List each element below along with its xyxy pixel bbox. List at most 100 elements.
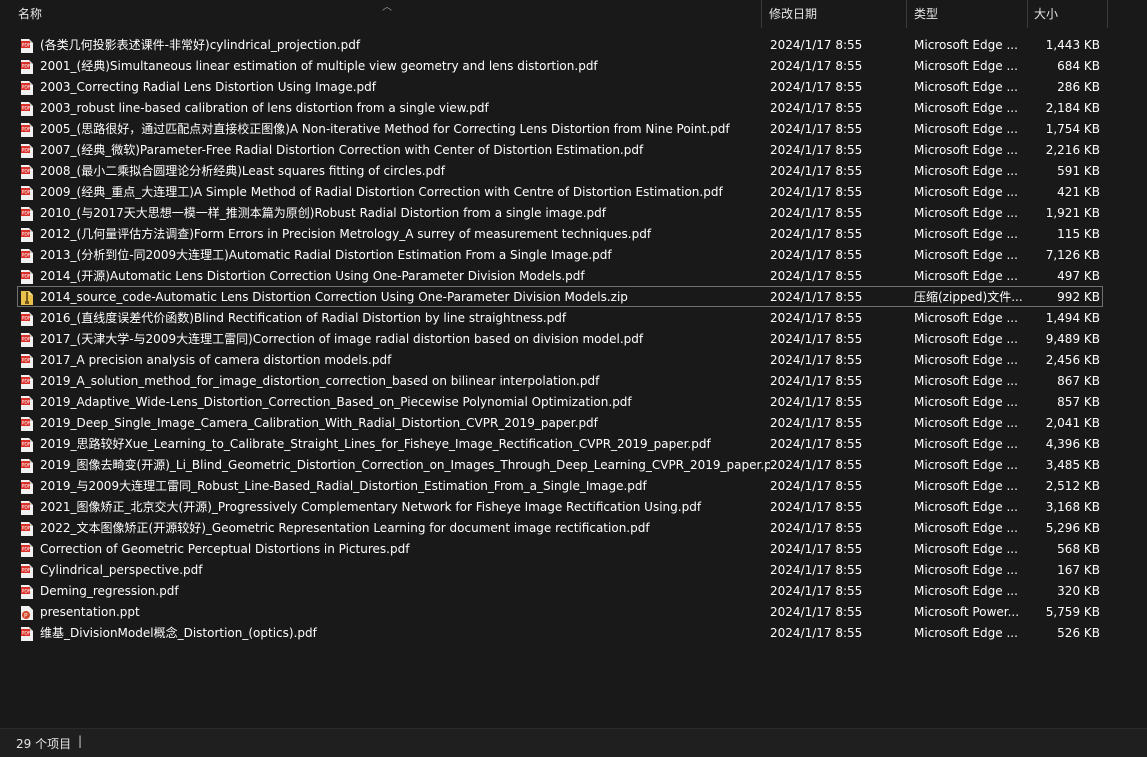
file-name: 2021_图像矫正_北京交大(开源)_Progressively Complem…: [40, 500, 702, 514]
file-date: 2024/1/17 8:55: [770, 206, 863, 220]
file-row[interactable]: PDF 2013_(分析到位-同2009大连理工)Automatic Radial…: [17, 244, 1103, 265]
file-row[interactable]: PDF 维基_DivisionModel概念_Distortion_(optics…: [17, 622, 1103, 643]
file-size: 3,485 KB: [1045, 458, 1100, 472]
pdf-icon: PDF: [20, 38, 34, 54]
file-row[interactable]: PDF 2021_图像矫正_北京交大(开源)_Progressively Comp…: [17, 496, 1103, 517]
ppt-icon: P: [20, 605, 34, 621]
column-header-date[interactable]: 修改日期: [763, 0, 907, 28]
file-row[interactable]: PDF 2019_Deep_Single_Image_Camera_Calibra…: [17, 412, 1103, 433]
file-type: Microsoft Edge ...: [914, 353, 1018, 367]
file-row[interactable]: PDF 2012_(几何量评估方法调查)Form Errors in Precis…: [17, 223, 1103, 244]
file-date: 2024/1/17 8:55: [770, 458, 863, 472]
file-name: 2019_图像去畸变(开源)_Li_Blind_Geometric_Distor…: [40, 458, 770, 472]
file-size: 167 KB: [1057, 563, 1100, 577]
svg-text:PDF: PDF: [22, 274, 31, 280]
file-type: Microsoft Edge ...: [914, 311, 1018, 325]
file-row[interactable]: PDF 2008_(最小二乘拟合圆理论分析经典)Least squares fit…: [17, 160, 1103, 181]
file-row[interactable]: PDF 2022_文本图像矫正(开源较好)_Geometric Represent…: [17, 517, 1103, 538]
file-size: 5,759 KB: [1045, 605, 1100, 619]
file-row[interactable]: PDF 2019_Adaptive_Wide-Lens_Distortion_Co…: [17, 391, 1103, 412]
file-row[interactable]: PDF 2005_(思路很好，通过匹配点对直接校正图像)A Non-iterati…: [17, 118, 1103, 139]
file-row[interactable]: PDF 2007_(经典_微软)Parameter-Free Radial Dis…: [17, 139, 1103, 160]
file-row[interactable]: PDF Deming_regression.pdf 2024/1/17 8:55 Mi…: [17, 580, 1103, 601]
file-size: 857 KB: [1057, 395, 1100, 409]
column-header-size[interactable]: 大小: [1028, 0, 1108, 28]
file-row[interactable]: 2014_source_code-Automatic Lens Distorti…: [17, 286, 1103, 307]
pdf-icon: PDF: [20, 227, 34, 243]
file-date: 2024/1/17 8:55: [770, 395, 863, 409]
file-row[interactable]: PDF 2014_(开源)Automatic Lens Distortion Co…: [17, 265, 1103, 286]
file-row[interactable]: PDF 2019_思路较好Xue_Learning_to_Calibrate_St…: [17, 433, 1103, 454]
file-row[interactable]: PDF 2003_robust line-based calibration of…: [17, 97, 1103, 118]
file-size: 2,216 KB: [1045, 143, 1100, 157]
file-row[interactable]: PDF 2016_(直线度误差代价函数)Blind Rectification o…: [17, 307, 1103, 328]
file-row[interactable]: PDF 2019_与2009大连理工雷同_Robust_Line-Based_Ra…: [17, 475, 1103, 496]
file-size: 526 KB: [1057, 626, 1100, 640]
svg-text:PDF: PDF: [22, 505, 31, 511]
file-type: Microsoft Edge ...: [914, 374, 1018, 388]
svg-text:PDF: PDF: [22, 442, 31, 448]
file-row[interactable]: PDF 2009_(经典_重点_大连理工)A Simple Method of R…: [17, 181, 1103, 202]
file-row[interactable]: PDF 2019_A_solution_method_for_image_dist…: [17, 370, 1103, 391]
file-row[interactable]: PDF 2003_Correcting Radial Lens Distortio…: [17, 76, 1103, 97]
file-row[interactable]: PDF 2001_(经典)Simultaneous linear estimati…: [17, 55, 1103, 76]
file-name: 2017_A precision analysis of camera dist…: [40, 353, 392, 367]
file-date: 2024/1/17 8:55: [770, 479, 863, 493]
file-size: 2,184 KB: [1045, 101, 1100, 115]
pdf-icon: PDF: [20, 437, 34, 453]
file-name: 2001_(经典)Simultaneous linear estimation …: [40, 59, 598, 73]
file-row[interactable]: PDF Cylindrical_perspective.pdf 2024/1/17 …: [17, 559, 1103, 580]
svg-text:P: P: [24, 613, 28, 620]
svg-text:PDF: PDF: [22, 547, 31, 553]
pdf-icon: PDF: [20, 416, 34, 432]
file-date: 2024/1/17 8:55: [770, 143, 863, 157]
file-name: Deming_regression.pdf: [40, 584, 179, 598]
file-size: 115 KB: [1057, 227, 1100, 241]
file-name: 2010_(与2017天大思想一模一样_推测本篇为原创)Robust Radia…: [40, 206, 606, 220]
file-date: 2024/1/17 8:55: [770, 311, 863, 325]
pdf-icon: PDF: [20, 542, 34, 558]
svg-text:PDF: PDF: [22, 568, 31, 574]
pdf-icon: PDF: [20, 311, 34, 327]
file-date: 2024/1/17 8:55: [770, 416, 863, 430]
file-name: 2014_source_code-Automatic Lens Distorti…: [40, 290, 628, 304]
svg-text:PDF: PDF: [22, 190, 31, 196]
file-row[interactable]: PDF 2017_(天津大学-与2009大连理工雷同)Correction of …: [17, 328, 1103, 349]
file-name: 2005_(思路很好，通过匹配点对直接校正图像)A Non-iterative …: [40, 122, 730, 136]
file-row[interactable]: Ppresentation.ppt 2024/1/17 8:55 Microsoft…: [17, 601, 1103, 622]
file-type: Microsoft Edge ...: [914, 122, 1018, 136]
file-date: 2024/1/17 8:55: [770, 437, 863, 451]
file-size: 2,456 KB: [1045, 353, 1100, 367]
file-row[interactable]: PDF (各类几何投影表述课件-非常好)cylindrical_projectio…: [17, 34, 1103, 55]
file-name: Cylindrical_perspective.pdf: [40, 563, 203, 577]
file-row[interactable]: PDF 2010_(与2017天大思想一模一样_推测本篇为原创)Robust Ra…: [17, 202, 1103, 223]
file-type: Microsoft Edge ...: [914, 458, 1018, 472]
column-header-type[interactable]: 类型: [908, 0, 1028, 28]
pdf-icon: PDF: [20, 248, 34, 264]
file-name: 2003_Correcting Radial Lens Distortion U…: [40, 80, 376, 94]
file-row[interactable]: PDF 2017_A precision analysis of camera d…: [17, 349, 1103, 370]
file-type: Microsoft Edge ...: [914, 521, 1018, 535]
file-name: 2007_(经典_微软)Parameter-Free Radial Distor…: [40, 143, 644, 157]
svg-text:PDF: PDF: [22, 43, 31, 49]
column-header-size-label: 大小: [1034, 7, 1059, 21]
file-size: 5,296 KB: [1045, 521, 1100, 535]
file-size: 4,396 KB: [1045, 437, 1100, 451]
svg-text:PDF: PDF: [22, 379, 31, 385]
file-type: Microsoft Edge ...: [914, 479, 1018, 493]
file-type: Microsoft Edge ...: [914, 59, 1018, 73]
file-name: 2003_robust line-based calibration of le…: [40, 101, 489, 115]
svg-text:PDF: PDF: [22, 526, 31, 532]
pdf-icon: PDF: [20, 80, 34, 96]
pdf-icon: PDF: [20, 479, 34, 495]
sort-ascending-icon: ︿: [382, 2, 392, 13]
svg-text:PDF: PDF: [22, 316, 31, 322]
file-row[interactable]: PDF Correction of Geometric Perceptual Di…: [17, 538, 1103, 559]
file-name: 2019_与2009大连理工雷同_Robust_Line-Based_Radia…: [40, 479, 647, 493]
file-size: 1,443 KB: [1045, 38, 1100, 52]
file-name: 2012_(几何量评估方法调查)Form Errors in Precision…: [40, 227, 652, 241]
file-type: Microsoft Edge ...: [914, 542, 1018, 556]
file-row[interactable]: PDF 2019_图像去畸变(开源)_Li_Blind_Geometric_Dis…: [17, 454, 1103, 475]
svg-text:PDF: PDF: [22, 400, 31, 406]
file-date: 2024/1/17 8:55: [770, 290, 863, 304]
